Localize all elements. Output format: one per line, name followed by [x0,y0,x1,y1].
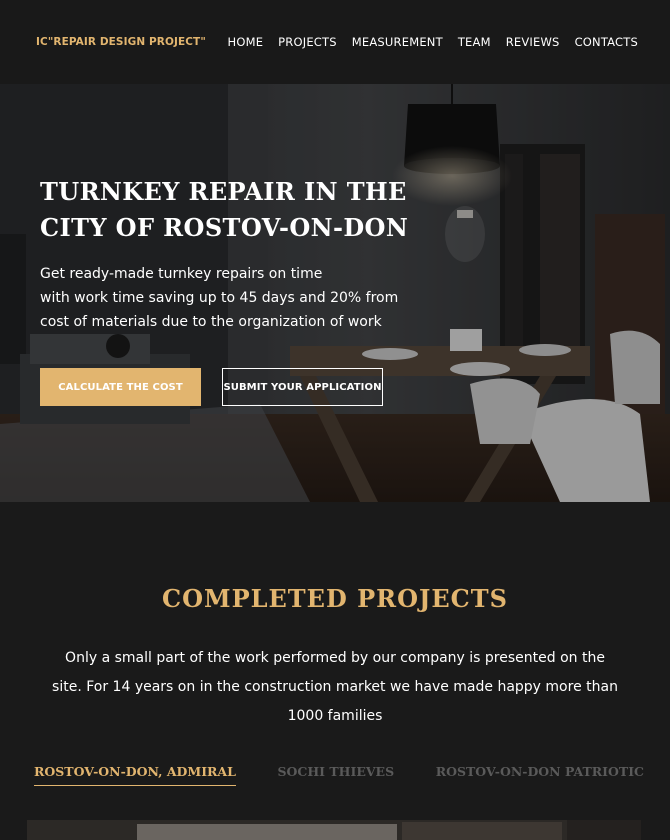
hero-desc-line1: Get ready-made turnkey repairs on time [40,266,323,282]
site-header: IC"REPAIR DESIGN PROJECT" HOME PROJECTS … [0,0,670,84]
completed-projects-section: COMPLETED PROJECTS Only a small part of … [0,502,670,840]
section-text-line3: 1000 families [287,708,383,724]
hero-title: TURNKEY REPAIR IN THE CITY OF ROSTOV-ON-… [40,174,440,246]
submit-application-button[interactable]: SUBMIT YOUR APPLICATION [222,368,383,406]
nav-projects[interactable]: PROJECTS [278,35,337,49]
section-title: COMPLETED PROJECTS [162,584,508,613]
nav-contacts[interactable]: CONTACTS [575,35,638,49]
hero-title-line1: TURNKEY REPAIR IN THE [40,177,407,206]
hero-title-line2: CITY OF ROSTOV-ON-DON [40,213,409,242]
hero-buttons: CALCULATE THE COST SUBMIT YOUR APPLICATI… [40,368,383,406]
nav-measurement[interactable]: MEASUREMENT [352,35,443,49]
hero-desc-line3: cost of materials due to the organizatio… [40,314,382,330]
nav-reviews[interactable]: REVIEWS [506,35,560,49]
hero-description: Get ready-made turnkey repairs on time w… [40,262,440,334]
section-text-line1: Only a small part of the work performed … [65,650,605,666]
project-tabs: ROSTOV-ON-DON, ADMIRAL SOCHI THIEVES ROS… [34,764,644,786]
calculate-cost-button[interactable]: CALCULATE THE COST [40,368,201,406]
nav-home[interactable]: HOME [227,35,263,49]
hero-desc-line2: with work time saving up to 45 days and … [40,290,399,306]
project-preview-image [27,820,641,840]
hero-content: TURNKEY REPAIR IN THE CITY OF ROSTOV-ON-… [40,174,440,334]
section-description: Only a small part of the work performed … [0,644,670,731]
tab-rostov-admiral[interactable]: ROSTOV-ON-DON, ADMIRAL [34,764,236,786]
section-text-line2: site. For 14 years on in the constructio… [52,679,618,695]
main-nav: HOME PROJECTS MEASUREMENT TEAM REVIEWS C… [227,35,638,49]
tab-sochi-thieves[interactable]: SOCHI THIEVES [278,764,395,786]
logo[interactable]: IC"REPAIR DESIGN PROJECT" [36,36,206,48]
nav-team[interactable]: TEAM [458,35,491,49]
tab-rostov-patriotic[interactable]: ROSTOV-ON-DON PATRIOTIC [436,764,644,786]
hero-section: TURNKEY REPAIR IN THE CITY OF ROSTOV-ON-… [0,84,670,502]
